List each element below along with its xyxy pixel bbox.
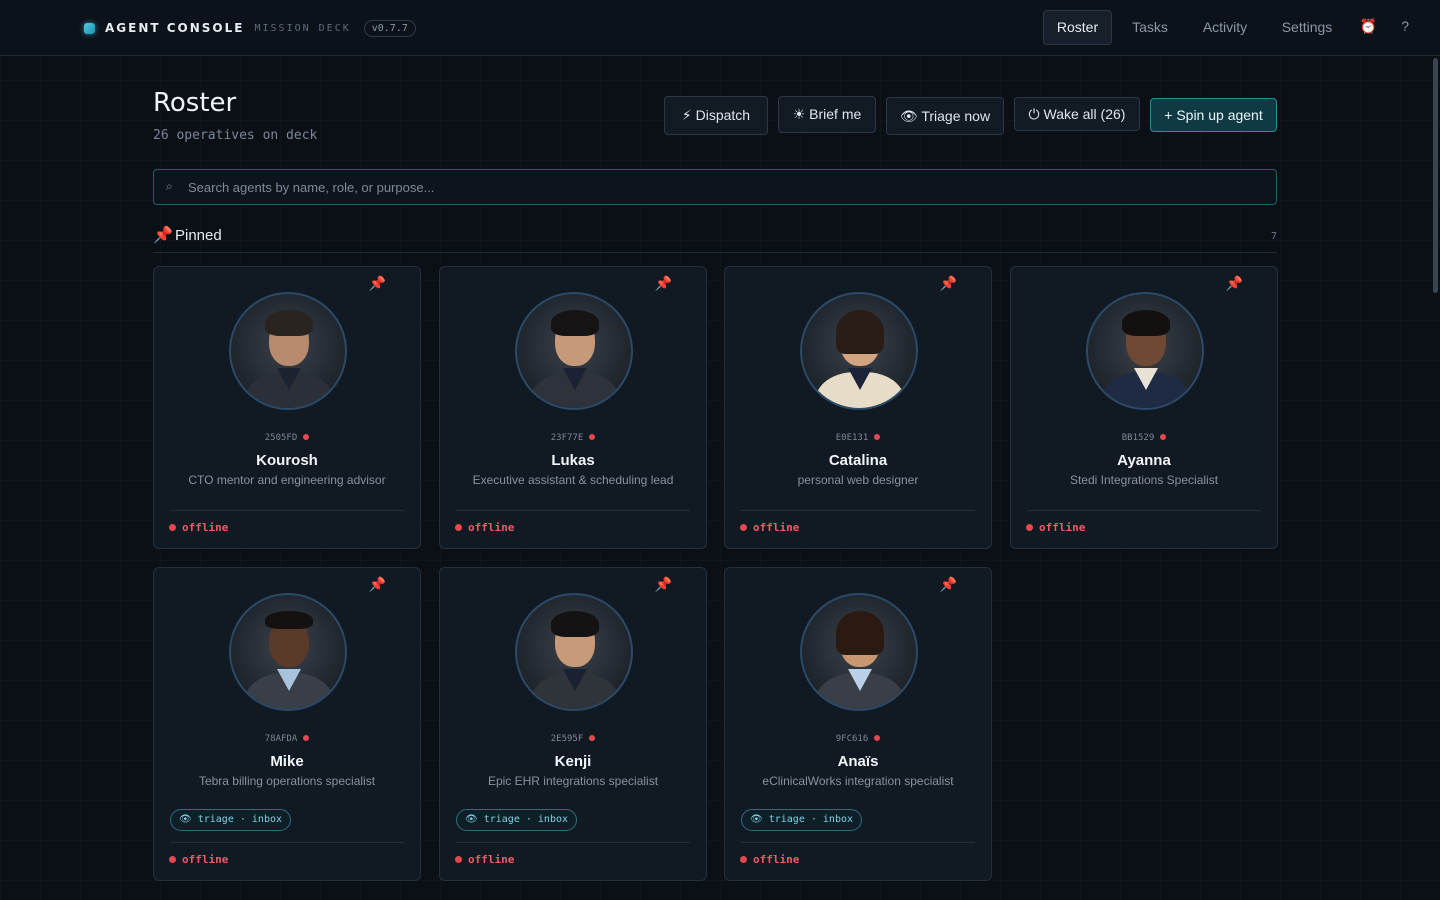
status-dot: [303, 735, 310, 741]
triage-now-button[interactable]: 👁 Triage now: [886, 97, 1004, 135]
agent-name: Mike: [270, 753, 304, 770]
brand-subtitle: MISSION DECK: [254, 22, 351, 34]
avatar: [800, 593, 918, 711]
status-dot: [874, 434, 881, 440]
brief-me-button[interactable]: ☀ Brief me: [778, 96, 876, 133]
pin-icon[interactable]: 📌: [1226, 275, 1243, 292]
agent-role: Tebra billing operations specialist: [198, 774, 376, 788]
triage-tag[interactable]: 👁 triage · inbox: [170, 809, 292, 831]
search-icon: ⌕: [166, 179, 173, 193]
divider: [456, 510, 690, 511]
agent-name: Lukas: [551, 452, 595, 469]
dispatch-button[interactable]: ⚡ Dispatch: [664, 96, 768, 135]
avatar: [229, 292, 347, 410]
avatar: [800, 292, 918, 410]
agent-card[interactable]: 📌 E0E131 Catalina personal web designer …: [724, 266, 992, 549]
status-dot: [874, 735, 881, 741]
page-title: Roster: [153, 88, 237, 118]
status-dot: [589, 434, 596, 440]
agent-id: E0E131: [725, 433, 991, 443]
tab-tasks[interactable]: Tasks: [1125, 10, 1175, 45]
tab-settings[interactable]: Settings: [1275, 10, 1339, 45]
agent-name: Catalina: [828, 452, 888, 469]
alarm-icon[interactable]: ⏰: [1360, 18, 1377, 35]
avatar: [229, 593, 347, 711]
brand-logo-icon: [84, 22, 95, 34]
agent-card[interactable]: 📌 78AFDA Mike Tebra billing operations s…: [153, 567, 421, 881]
pinned-section-header: 📌 Pinned 7: [153, 225, 1277, 253]
top-bar: AGENT CONSOLE MISSION DECK v0.7.7 Roster…: [0, 0, 1440, 56]
status-label: offline: [740, 853, 799, 866]
agent-name: Ayanna: [1117, 452, 1171, 469]
divider: [1027, 510, 1261, 511]
tab-activity[interactable]: Activity: [1195, 10, 1255, 45]
agent-name: Anaïs: [837, 753, 879, 770]
help-icon[interactable]: ?: [1401, 18, 1409, 34]
status-label: offline: [169, 853, 228, 866]
agent-name: Kenji: [554, 753, 592, 770]
page-subtitle: 26 operatives on deck: [153, 128, 318, 143]
agent-name: Kourosh: [256, 452, 318, 469]
status-label: offline: [455, 853, 514, 866]
avatar: [515, 593, 633, 711]
status-label: offline: [169, 521, 228, 534]
status-dot: [1160, 434, 1167, 440]
avatar: [1086, 292, 1204, 410]
pin-icon[interactable]: 📌: [369, 576, 386, 593]
agent-card[interactable]: 📌 23F77E Lukas Executive assistant & sch…: [439, 266, 707, 549]
pin-icon[interactable]: 📌: [369, 275, 386, 292]
agent-id: 2E595F: [440, 734, 706, 744]
spin-up-agent-button[interactable]: + Spin up agent: [1150, 98, 1277, 132]
divider: [170, 842, 404, 843]
scrollbar[interactable]: [1433, 58, 1438, 293]
agent-id: 78AFDA: [154, 734, 420, 744]
pin-icon: 📌: [153, 227, 173, 244]
divider: [170, 510, 404, 511]
version-badge: v0.7.7: [363, 19, 416, 37]
agent-card[interactable]: 📌 9FC616 Anaïs eClinicalWorks integratio…: [724, 567, 992, 881]
status-label: offline: [740, 521, 799, 534]
section-count: 7: [1270, 231, 1277, 242]
divider: [741, 510, 975, 511]
search-bar: ⌕: [153, 169, 1277, 205]
agent-card[interactable]: 📌 BB1529 Ayanna Stedi Integrations Speci…: [1010, 266, 1278, 549]
avatar: [515, 292, 633, 410]
agent-id: BB1529: [1011, 433, 1277, 443]
agent-role: Executive assistant & scheduling lead: [472, 473, 674, 487]
agent-id: 23F77E: [440, 433, 706, 443]
brand[interactable]: AGENT CONSOLE MISSION DECK v0.7.7: [84, 0, 416, 56]
agent-role: CTO mentor and engineering advisor: [188, 473, 386, 487]
pin-icon[interactable]: 📌: [655, 275, 672, 292]
triage-tag[interactable]: 👁 triage · inbox: [456, 809, 578, 831]
agent-role: eClinicalWorks integration specialist: [762, 774, 954, 788]
pin-icon[interactable]: 📌: [940, 576, 957, 593]
pin-icon[interactable]: 📌: [940, 275, 957, 292]
wake-all-button[interactable]: ⏻ Wake all (26): [1014, 97, 1140, 131]
agent-id: 2505FD: [154, 433, 420, 443]
status-dot: [303, 434, 310, 440]
agent-role: personal web designer: [797, 473, 919, 487]
search-input[interactable]: [188, 170, 1268, 204]
agent-id: 9FC616: [725, 734, 991, 744]
status-label: offline: [1026, 521, 1085, 534]
brand-title: AGENT CONSOLE: [105, 21, 245, 35]
agent-card[interactable]: 📌 2E595F Kenji Epic EHR integrations spe…: [439, 567, 707, 881]
pin-icon[interactable]: 📌: [655, 576, 672, 593]
status-label: offline: [455, 521, 514, 534]
status-dot: [589, 735, 596, 741]
divider: [456, 842, 690, 843]
section-title: Pinned: [175, 227, 222, 244]
tab-roster[interactable]: Roster: [1043, 10, 1112, 45]
agent-role: Epic EHR integrations specialist: [487, 774, 659, 788]
agent-card[interactable]: 📌 2505FD Kourosh CTO mentor and engineer…: [153, 266, 421, 549]
triage-tag[interactable]: 👁 triage · inbox: [741, 809, 863, 831]
agent-role: Stedi Integrations Specialist: [1069, 473, 1219, 487]
divider: [741, 842, 975, 843]
